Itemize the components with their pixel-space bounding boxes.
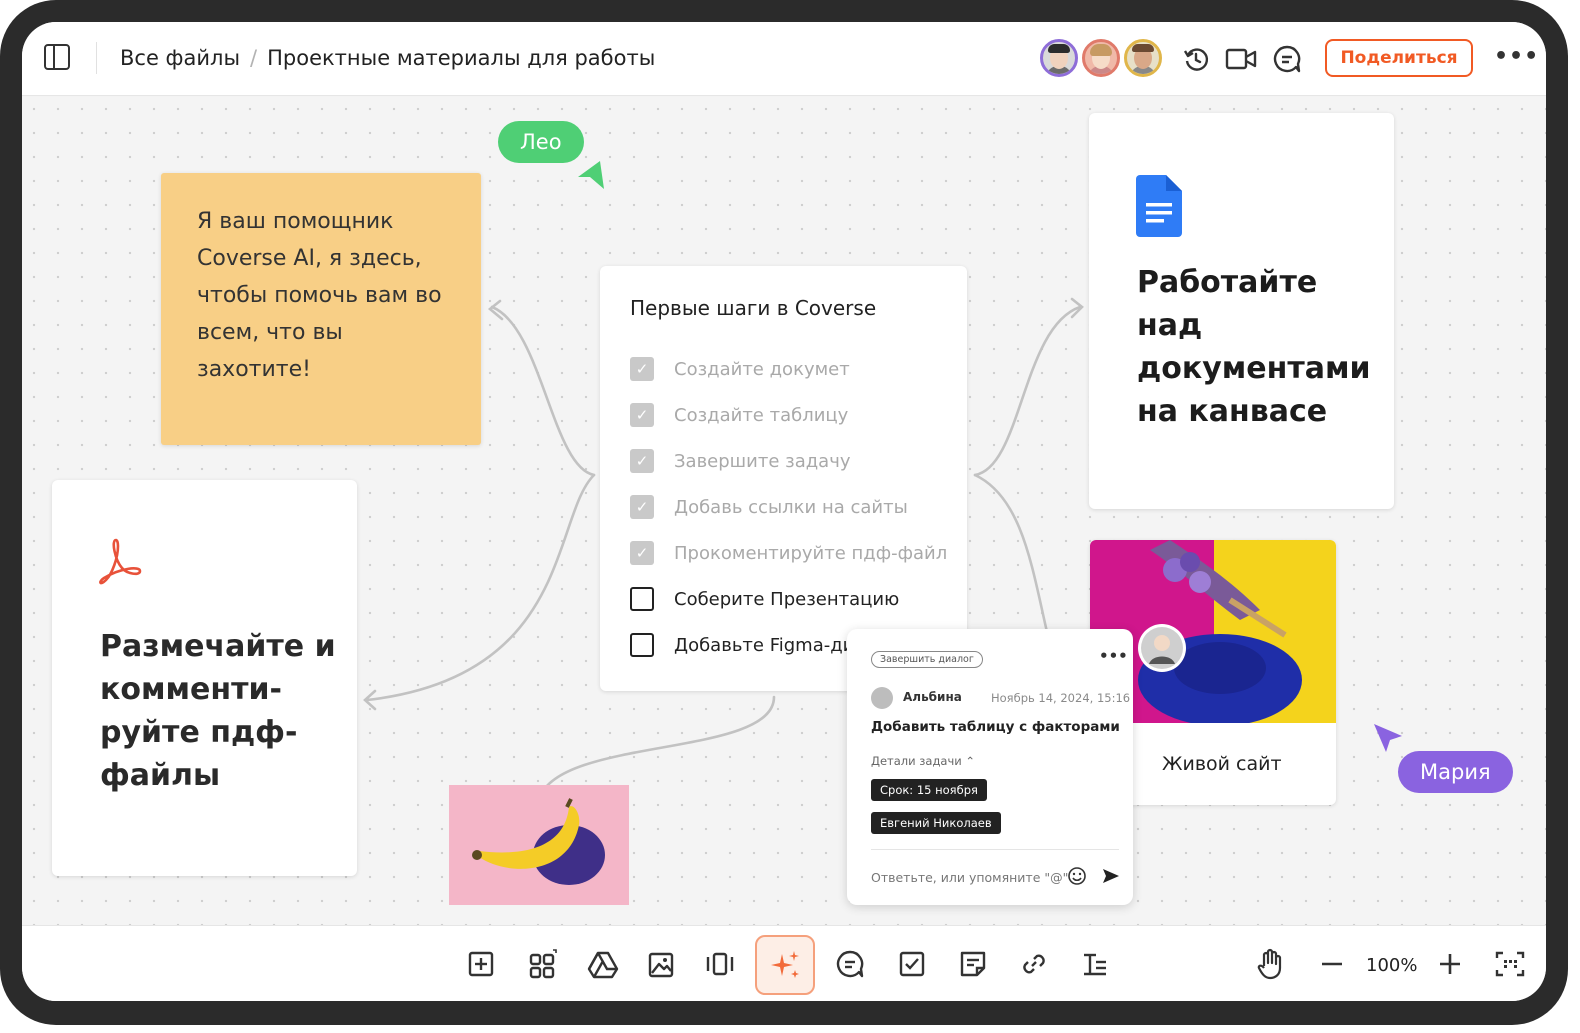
comment-icon[interactable] [834,948,866,980]
share-button[interactable]: Поделиться [1325,39,1473,77]
checklist-item-label: Создайте докумет [674,358,850,380]
checkbox-unchecked-icon[interactable] [630,587,654,611]
checkbox-checked-icon[interactable]: ✓ [630,495,654,519]
comment-author: Альбина [903,690,962,704]
checkbox-checked-icon[interactable]: ✓ [630,449,654,473]
checkbox-checked-icon[interactable]: ✓ [630,541,654,565]
ai-sparkle-icon [771,951,799,978]
cursor-label-maria: Мария [1398,751,1513,793]
checklist-item[interactable]: ✓ Прокоментируйте пдф-файл [630,530,947,576]
text-icon[interactable] [1079,948,1111,980]
more-menu-button[interactable]: ••• [1494,44,1538,72]
breadcrumb-root[interactable]: Все файлы [120,46,240,70]
comments-icon[interactable] [1271,43,1303,75]
avatar[interactable] [1124,39,1162,77]
sidebar-toggle-icon[interactable] [44,44,70,70]
assignee-badge[interactable]: Евгений Николаев [871,812,1001,834]
whiteboard-canvas[interactable]: Я ваш помощник Coverse AI, я здесь, чтоб… [22,97,1546,925]
pdf-card[interactable]: Размечайте и комменти-руйте пдф-файлы [52,480,357,876]
device-frame: Все файлы / Проектные материалы для работы… [0,0,1568,1025]
sticky-note-icon[interactable] [957,948,989,980]
breadcrumb-current[interactable]: Проектные материалы для работы [267,46,655,70]
divider [871,849,1119,850]
fit-screen-icon[interactable] [1494,948,1526,980]
image-icon[interactable] [646,948,678,980]
cursor-arrow-icon [578,161,604,189]
checkbox-icon[interactable] [896,948,928,980]
send-icon[interactable] [1101,866,1121,886]
sticky-note[interactable]: Я ваш помощник Coverse AI, я здесь, чтоб… [161,173,481,445]
add-frame-icon[interactable] [465,948,497,980]
comment-thread-popup: Завершить диалог ••• Альбина Ноябрь 14, … [847,629,1133,905]
bottom-toolbar: 100% [22,925,1546,1001]
checklist-item[interactable]: Соберите Презентацию [630,576,937,622]
collaborator-avatars [1040,39,1166,77]
pdf-card-text: Размечайте и комменти-руйте пдф-файлы [100,629,336,793]
emoji-icon[interactable] [1067,866,1087,886]
checkbox-checked-icon[interactable]: ✓ [630,403,654,427]
zoom-out-icon[interactable] [1316,948,1348,980]
google-docs-icon [1136,175,1182,241]
checklist-item-label: Добавь ссылки на сайты [674,496,908,518]
checklist-item-label: Завершите задачу [674,450,851,472]
google-drive-icon[interactable] [587,948,619,980]
top-bar: Все файлы / Проектные материалы для работы… [22,22,1546,96]
link-icon[interactable] [1018,948,1050,980]
task-details-label: Детали задачи [871,754,962,768]
ai-assistant-button[interactable] [755,935,815,995]
website-card-label: Живой сайт [1162,753,1282,775]
document-card-text: Работайте над документами на канвасе [1137,265,1371,429]
checklist-item-label: Прокоментируйте пдф-файл [674,542,948,564]
apps-icon[interactable] [527,948,559,980]
avatar[interactable] [1040,39,1078,77]
checklist-item-label: Соберите Презентацию [674,588,900,610]
avatar[interactable] [1082,39,1120,77]
banana-image[interactable] [449,785,629,905]
document-card[interactable]: Работайте над документами на канвасе [1089,113,1394,509]
avatar [871,687,893,709]
hand-icon[interactable] [1255,948,1287,980]
video-icon[interactable] [1225,43,1257,75]
task-details-toggle[interactable]: Детали задачи ⌃ [871,754,975,768]
cursor-arrow-icon [1374,724,1402,752]
comment-timestamp: Ноябрь 14, 2024, 15:16 [991,691,1131,705]
checklist-item[interactable]: ✓ Завершите задачу [630,438,937,484]
resolve-thread-button[interactable]: Завершить диалог [871,651,983,668]
reply-input[interactable]: Ответьте, или упомяните "@" [871,870,1068,885]
history-icon[interactable] [1180,43,1212,75]
zoom-level[interactable]: 100% [1366,955,1417,976]
checkbox-unchecked-icon[interactable] [630,633,654,657]
zoom-in-icon[interactable] [1434,948,1466,980]
checklist-item[interactable]: ✓ Создайте таблицу [630,392,937,438]
breadcrumb: Все файлы / Проектные материалы для работы [120,46,655,70]
presentation-icon[interactable] [704,948,736,980]
checklist-item[interactable]: ✓ Добавь ссылки на сайты [630,484,937,530]
comment-text: Добавить таблицу с факторами [871,719,1120,735]
toolbar-divider [96,42,97,74]
deadline-badge[interactable]: Срок: 15 ноября [871,779,987,801]
checklist-item-label: Создайте таблицу [674,404,849,426]
checklist-title: Первые шаги в Coverse [630,296,877,320]
chevron-up-icon: ⌃ [965,754,976,768]
checklist-item[interactable]: ✓ Создайте докумет [630,346,937,392]
cursor-label-leo: Лео [498,121,584,163]
comment-more-button[interactable]: ••• [1099,647,1128,665]
breadcrumb-separator: / [250,46,258,70]
checkbox-checked-icon[interactable]: ✓ [630,357,654,381]
checklist-card[interactable]: Первые шаги в Coverse ✓ Создайте докумет … [600,266,967,691]
app-window: Все файлы / Проектные материалы для работы… [22,22,1546,1001]
acrobat-pdf-icon [94,536,144,590]
